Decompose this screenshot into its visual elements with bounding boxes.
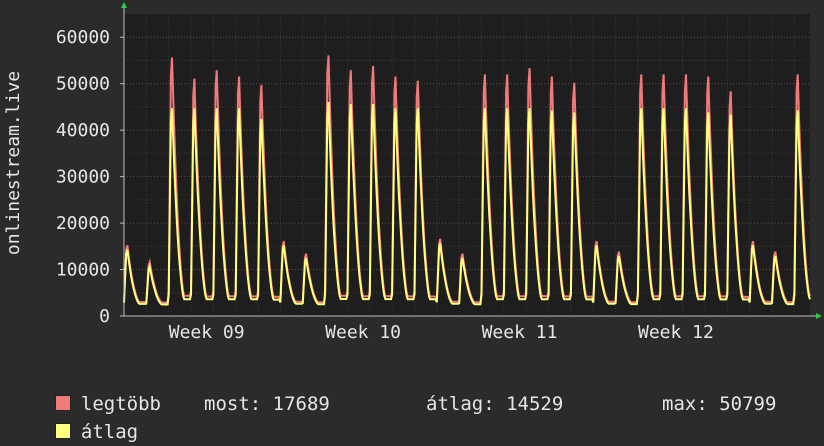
y-tick-labels: 0 10000 20000 30000 40000 50000 60000 (56, 27, 124, 327)
chart: 0100002000030000400005000060000 Week 09 W… (3, 2, 822, 343)
y-axis-label: onlinestream.live (3, 71, 24, 255)
legend-label-avg: átlag (80, 421, 139, 443)
y-tick-label: 50000 (56, 74, 110, 95)
stat-current: most: 17689 (204, 393, 330, 415)
x-tick-label: Week 10 (325, 322, 401, 343)
legend-swatch-avg (54, 423, 71, 439)
x-tick-label: Week 12 (638, 322, 714, 343)
y-tick-label: 10000 (56, 260, 110, 281)
x-tick-label: Week 09 (169, 322, 245, 343)
y-tick-label: 40000 (56, 120, 110, 141)
x-axis-arrow-icon (816, 313, 822, 319)
stat-average: átlag: 14529 (426, 393, 564, 415)
y-tick-label: 0 (99, 306, 110, 327)
stat-max: max: 50799 (662, 393, 777, 415)
y-tick-label: 20000 (56, 213, 110, 234)
legend-item-avg: átlag (32, 390, 138, 446)
y-tick-label: 60000 (56, 27, 110, 48)
y-axis-arrow-icon (121, 2, 127, 8)
x-tick-label: Week 11 (482, 322, 558, 343)
y-tick-label: 30000 (56, 167, 110, 188)
x-tick-labels: Week 09 Week 10 Week 11 Week 12 (169, 322, 714, 343)
